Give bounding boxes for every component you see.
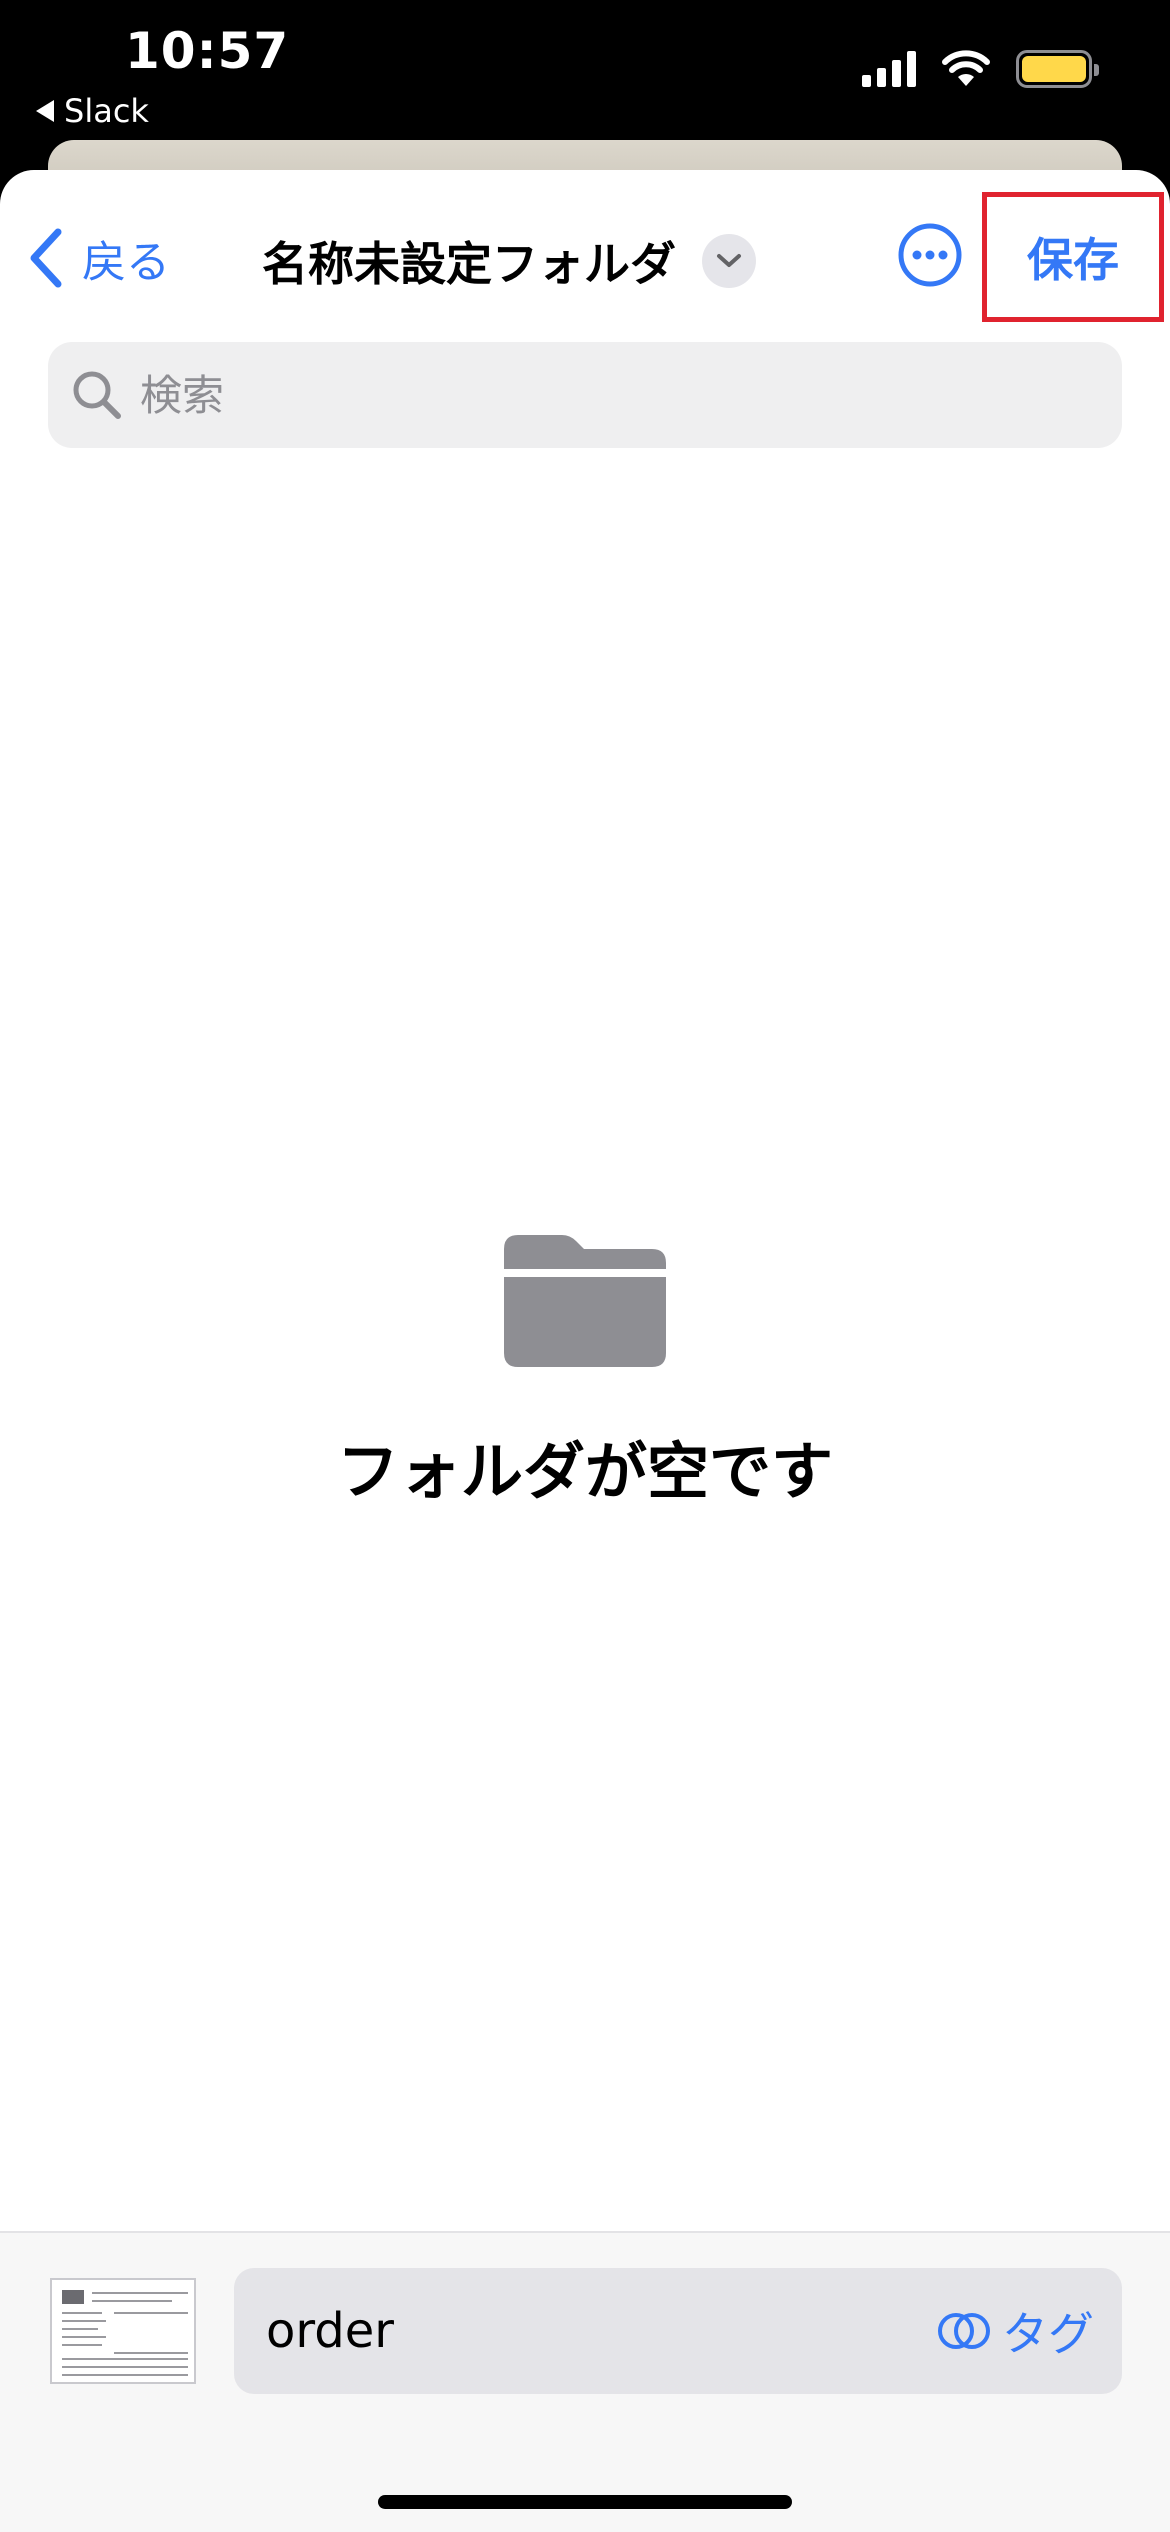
filename-input[interactable] xyxy=(264,2302,936,2360)
search-bar[interactable] xyxy=(48,342,1122,448)
folder-icon xyxy=(504,1235,666,1367)
back-triangle-icon xyxy=(36,100,54,122)
back-button[interactable]: 戻る xyxy=(24,226,170,290)
empty-message: フォルダが空です xyxy=(336,1435,833,1508)
tag-circles-icon xyxy=(938,2313,990,2349)
bottom-bar: タグ xyxy=(0,2231,1170,2532)
wifi-icon xyxy=(942,50,990,86)
more-options-icon[interactable] xyxy=(897,222,963,288)
cellular-signal-icon xyxy=(862,51,916,87)
folder-title-menu[interactable]: 名称未設定フォルダ xyxy=(262,228,756,294)
chevron-down-icon xyxy=(702,234,756,288)
search-icon xyxy=(73,371,121,419)
search-input[interactable] xyxy=(138,369,1038,421)
chevron-left-icon xyxy=(30,228,62,288)
tag-button[interactable]: タグ xyxy=(936,2298,1094,2364)
save-button[interactable]: 保存 xyxy=(982,192,1164,322)
return-to-app-button[interactable]: Slack xyxy=(36,92,149,130)
save-sheet: 戻る 名称未設定フォルダ 保存 フォルダ xyxy=(0,170,1170,2532)
battery-icon xyxy=(1016,50,1099,88)
page-title: 名称未設定フォルダ xyxy=(262,237,676,291)
back-label: 戻る xyxy=(82,237,170,288)
home-indicator xyxy=(378,2495,792,2509)
navigation-bar: 戻る 名称未設定フォルダ 保存 xyxy=(0,170,1170,340)
empty-state: フォルダが空です xyxy=(0,1235,1170,1511)
status-icons xyxy=(862,50,1099,88)
return-app-label: Slack xyxy=(64,92,149,130)
status-time: 10:57 xyxy=(125,22,290,80)
document-thumbnail xyxy=(50,2278,196,2384)
filename-field[interactable]: タグ xyxy=(234,2268,1122,2394)
tag-label: タグ xyxy=(1002,2307,1094,2361)
